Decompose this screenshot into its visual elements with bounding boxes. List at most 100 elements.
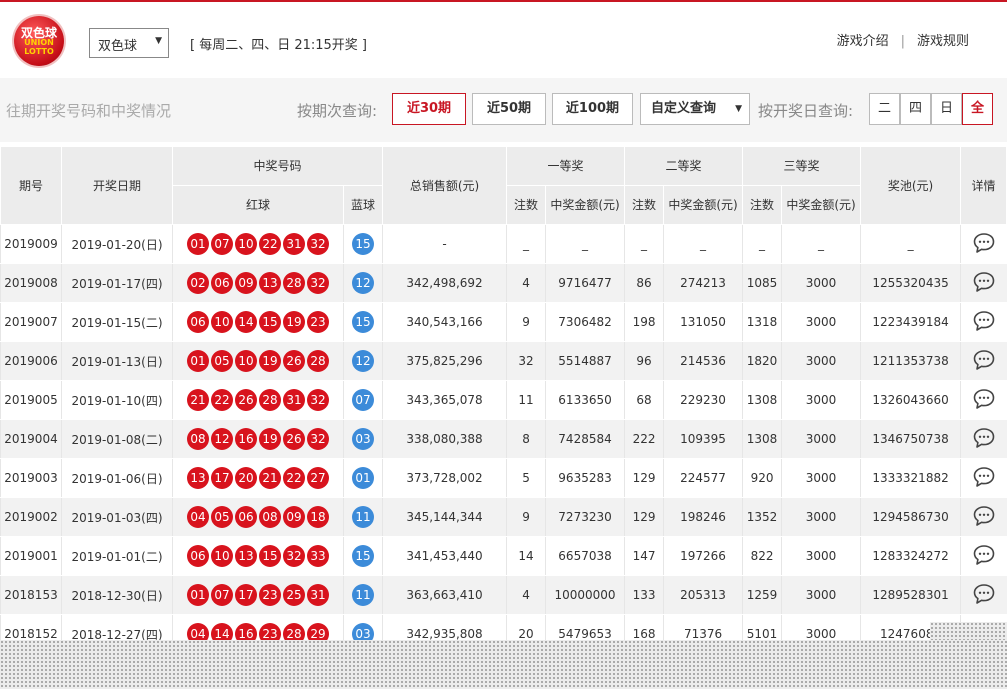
game-select[interactable]: 双色球 ▼ (89, 28, 169, 58)
red-balls-cell: 13 17 20 21 22 27 (172, 458, 344, 498)
chat-bubble-icon[interactable] (972, 231, 996, 255)
table-row: 2019003 2019-01-06(日) 13 17 20 21 22 27 01 373,72… (0, 458, 1007, 498)
last-50-button[interactable]: 近50期 (472, 93, 546, 125)
issue-cell: 2018153 (0, 575, 62, 615)
red-balls-cell: 04 05 06 08 09 18 (172, 497, 344, 537)
issue-cell: 2019006 (0, 341, 62, 381)
blue-ball: 11 (352, 506, 374, 528)
last-100-button[interactable]: 近100期 (552, 93, 633, 125)
third-count-cell: 1308 (742, 419, 782, 459)
chat-bubble-icon[interactable] (972, 582, 996, 606)
second-count-cell: 129 (624, 497, 664, 537)
second-count-cell: 86 (624, 263, 664, 303)
day-sunday-button[interactable]: 日 (931, 93, 962, 125)
sales-cell: 338,080,388 (382, 419, 507, 459)
day-all-button[interactable]: 全 (962, 93, 993, 125)
third-amount-cell: 3000 (781, 575, 861, 615)
detail-cell[interactable] (960, 263, 1007, 303)
third-count-cell: 1318 (742, 302, 782, 342)
red-ball: 19 (283, 311, 305, 333)
date-cell: 2019-01-13(日) (61, 341, 173, 381)
red-ball: 25 (283, 584, 305, 606)
chat-bubble-icon[interactable] (972, 504, 996, 528)
detail-cell[interactable] (960, 458, 1007, 498)
sales-cell: - (382, 224, 507, 264)
blue-ball-cell: 15 (342, 302, 383, 342)
second-count-cell: 68 (624, 380, 664, 420)
chat-bubble-icon[interactable] (972, 465, 996, 489)
red-ball: 06 (187, 545, 209, 567)
second-count-cell: 129 (624, 458, 664, 498)
second-amount-cell: 109395 (663, 419, 743, 459)
first-amount-cell: _ (545, 224, 625, 264)
blue-ball: 15 (352, 233, 374, 255)
second-count-cell: 133 (624, 575, 664, 615)
red-balls-cell: 02 06 09 13 28 32 (172, 263, 344, 303)
table-row: 2019002 2019-01-03(四) 04 05 06 08 09 18 11 345,14… (0, 497, 1007, 537)
third-amount-cell: 3000 (781, 419, 861, 459)
chat-bubble-icon[interactable] (972, 426, 996, 450)
union-lotto-logo[interactable]: 双色球 UNION LOTTO (14, 16, 64, 66)
red-ball: 09 (235, 272, 257, 294)
detail-cell[interactable] (960, 341, 1007, 381)
chat-bubble-icon[interactable] (972, 270, 996, 294)
issue-cell: 2019002 (0, 497, 62, 537)
red-ball: 01 (187, 350, 209, 372)
red-ball: 14 (235, 311, 257, 333)
sales-cell: 343,365,078 (382, 380, 507, 420)
chat-bubble-icon[interactable] (972, 387, 996, 411)
first-count-cell: 9 (506, 497, 546, 537)
detail-cell[interactable] (960, 224, 1007, 264)
third-amount-cell: 3000 (781, 380, 861, 420)
chat-bubble-icon[interactable] (972, 543, 996, 567)
second-amount-cell: _ (663, 224, 743, 264)
game-rules-link[interactable]: 游戏规则 (917, 30, 969, 49)
detail-cell[interactable] (960, 380, 1007, 420)
blue-ball-cell: 12 (342, 263, 383, 303)
game-intro-link[interactable]: 游戏介绍 (837, 30, 889, 49)
blue-ball: 15 (352, 311, 374, 333)
detail-cell[interactable] (960, 536, 1007, 576)
detail-cell[interactable] (960, 575, 1007, 615)
third-amount-cell: 3000 (781, 497, 861, 537)
red-ball: 08 (259, 506, 281, 528)
detail-cell[interactable] (960, 497, 1007, 537)
chat-bubble-icon[interactable] (972, 309, 996, 333)
pool-cell: 1326043660 (860, 380, 961, 420)
red-ball: 09 (283, 506, 305, 528)
date-cell: 2019-01-20(日) (61, 224, 173, 264)
detail-cell[interactable] (960, 419, 1007, 459)
obscured-region (930, 622, 1007, 640)
second-count-cell: 96 (624, 341, 664, 381)
table-row: 2019005 2019-01-10(四) 21 22 26 28 31 32 07 343,36… (0, 380, 1007, 420)
sales-cell: 363,663,410 (382, 575, 507, 615)
custom-query-dropdown[interactable]: 自定义查询 ▼ (640, 93, 750, 125)
chat-bubble-icon[interactable] (972, 348, 996, 372)
date-cell: 2019-01-15(二) (61, 302, 173, 342)
day-tuesday-button[interactable]: 二 (869, 93, 900, 125)
red-ball: 16 (235, 428, 257, 450)
red-ball: 28 (259, 389, 281, 411)
logo-text: UNION (24, 38, 54, 47)
col-third-prize: 三等奖 (742, 146, 862, 186)
blue-ball-cell: 15 (342, 224, 383, 264)
sales-cell: 345,144,344 (382, 497, 507, 537)
red-ball: 22 (283, 467, 305, 489)
red-ball: 07 (211, 233, 233, 255)
table-row: 2019008 2019-01-17(四) 02 06 09 13 28 32 12 342,49… (0, 263, 1007, 303)
issue-cell: 2019004 (0, 419, 62, 459)
third-amount-cell: 3000 (781, 536, 861, 576)
first-amount-cell: 10000000 (545, 575, 625, 615)
day-thursday-button[interactable]: 四 (900, 93, 931, 125)
third-count-cell: 920 (742, 458, 782, 498)
issue-cell: 2019008 (0, 263, 62, 303)
first-count-cell: 14 (506, 536, 546, 576)
date-cell: 2018-12-30(日) (61, 575, 173, 615)
detail-cell[interactable] (960, 302, 1007, 342)
col-numbers: 中奖号码 (171, 146, 384, 186)
red-ball: 02 (187, 272, 209, 294)
pool-cell: 1211353738 (860, 341, 961, 381)
blue-ball-cell: 11 (342, 497, 383, 537)
last-30-button[interactable]: 近30期 (392, 93, 466, 125)
red-ball: 06 (235, 506, 257, 528)
